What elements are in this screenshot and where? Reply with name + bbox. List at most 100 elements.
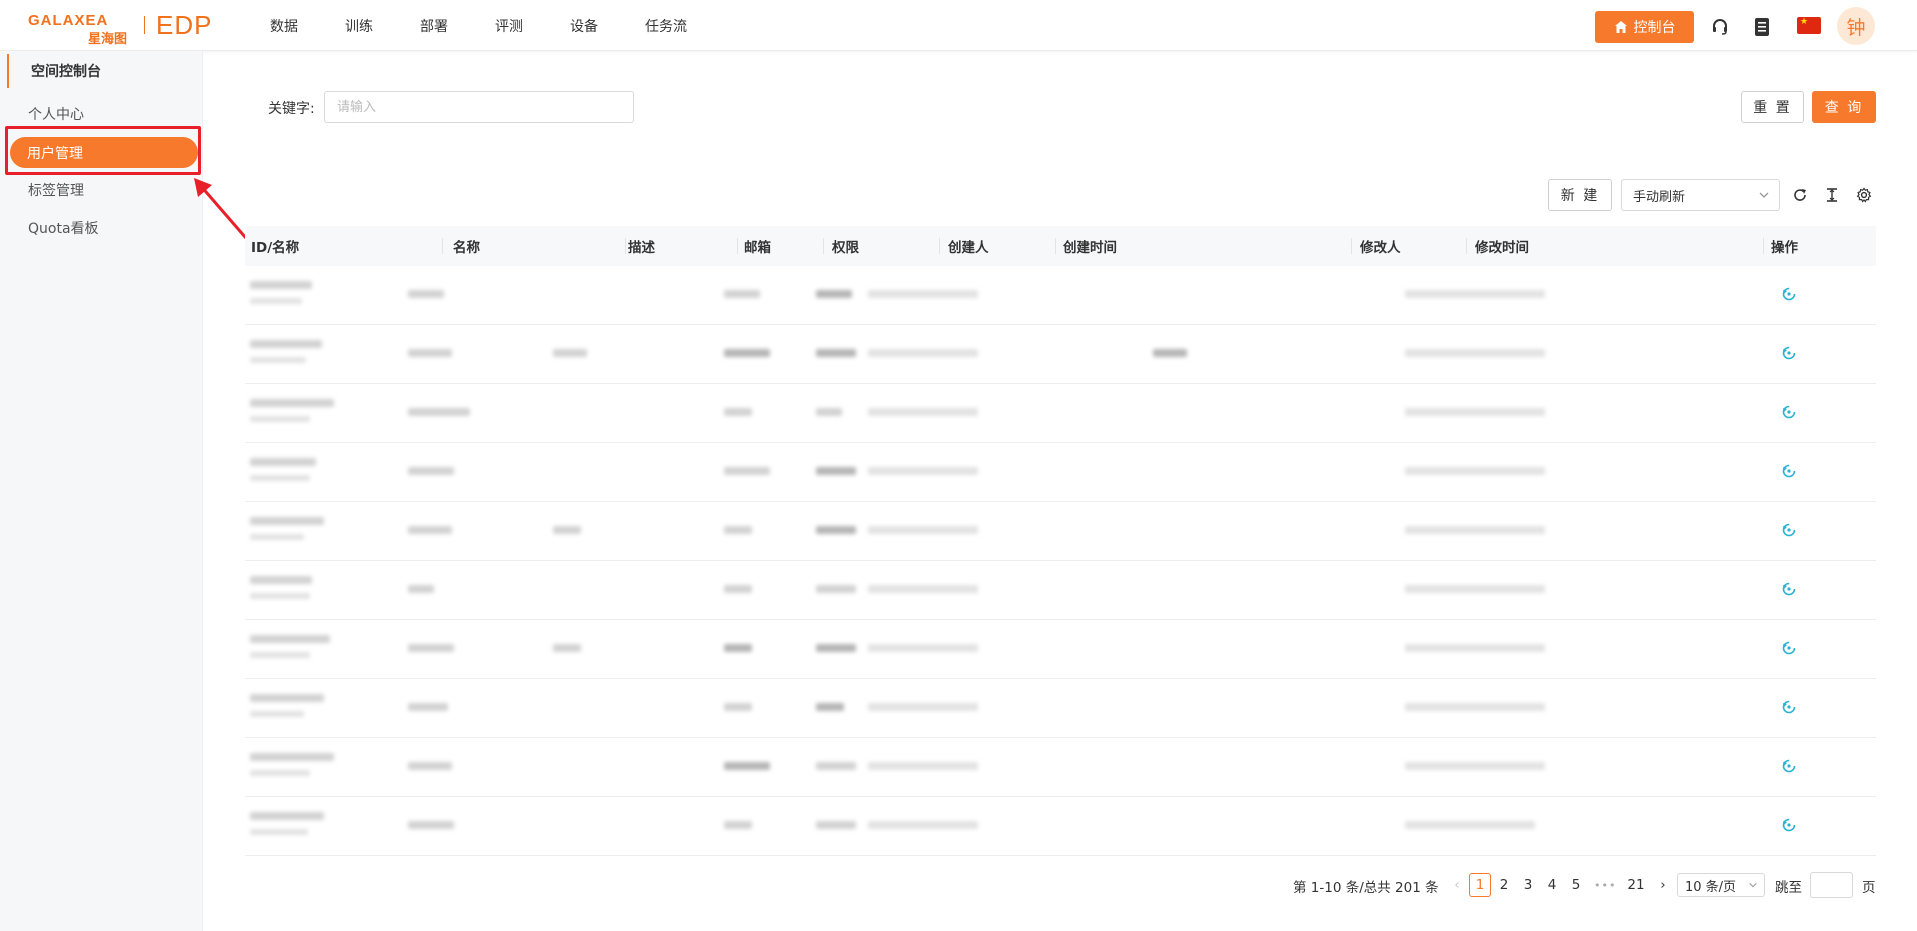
column-height-icon[interactable] [1822, 185, 1842, 205]
page-1-button[interactable]: 1 [1469, 873, 1491, 897]
redacted-cell-value [724, 467, 770, 475]
sidebar-section-title: 空间控制台 [7, 54, 101, 88]
redacted-cell-value [408, 467, 454, 475]
refresh-icon[interactable] [1790, 185, 1810, 205]
redacted-cell-value [724, 762, 770, 770]
reset-password-icon[interactable] [1781, 522, 1797, 538]
column-divider [1055, 238, 1056, 254]
column-header-name: 名称 [453, 240, 480, 256]
users-table: ID/名称 名称 描述 邮箱 权限 创建人 创建时间 修改人 修改时间 操作 [245, 226, 1876, 856]
table-row [245, 325, 1876, 384]
reset-password-icon[interactable] [1781, 817, 1797, 833]
chevron-down-icon [1759, 192, 1769, 198]
document-icon[interactable] [1751, 16, 1773, 38]
redacted-cell-value [250, 458, 316, 466]
headset-icon[interactable] [1709, 16, 1731, 38]
logo-divider [144, 16, 145, 34]
redacted-cell-value [250, 829, 308, 835]
new-button[interactable]: 新 建 [1548, 179, 1612, 211]
redacted-cell-value [408, 408, 470, 416]
sidebar-item-quota-board[interactable]: Quota看板 [28, 218, 99, 238]
reset-password-icon[interactable] [1781, 463, 1797, 479]
column-divider [442, 238, 443, 254]
redacted-cell-value [250, 635, 330, 643]
reset-password-icon[interactable] [1781, 286, 1797, 302]
page-4-button[interactable]: 4 [1541, 873, 1563, 897]
table-row [245, 502, 1876, 561]
settings-gear-icon[interactable] [1854, 185, 1874, 205]
redacted-cell-value [250, 416, 310, 422]
redacted-cell-value [553, 644, 581, 652]
column-header-created-at: 创建时间 [1063, 240, 1117, 256]
redacted-cell-value [1405, 644, 1545, 652]
redacted-cell-value [553, 349, 587, 357]
redacted-cell-value [816, 585, 856, 593]
sidebar-item-profile[interactable]: 个人中心 [28, 104, 84, 124]
reset-password-icon[interactable] [1781, 404, 1797, 420]
top-bar: GALAXEA 星海图 EDP 数据 训练 部署 评测 设备 任务流 控制台 ★… [0, 0, 1917, 51]
redacted-cell-value [816, 467, 856, 475]
china-flag-icon[interactable]: ★ [1797, 17, 1821, 34]
column-divider [1763, 238, 1764, 254]
redacted-cell-value [250, 340, 322, 348]
table-row [245, 443, 1876, 502]
redacted-cell-value [816, 408, 842, 416]
nav-evaluation[interactable]: 评测 [495, 16, 523, 36]
redacted-cell-value [868, 526, 978, 534]
column-divider [1351, 238, 1352, 254]
user-avatar[interactable]: 钟 [1837, 7, 1875, 45]
jump-to-page-input[interactable] [1810, 872, 1853, 898]
redacted-cell-value [816, 290, 852, 298]
table-header: ID/名称 名称 描述 邮箱 权限 创建人 创建时间 修改人 修改时间 操作 [245, 226, 1876, 266]
redacted-cell-value [724, 290, 760, 298]
redacted-cell-value [816, 349, 856, 357]
table-row [245, 561, 1876, 620]
nav-devices[interactable]: 设备 [570, 16, 598, 36]
refresh-mode-select[interactable]: 手动刷新 [1621, 179, 1780, 211]
page-2-button[interactable]: 2 [1493, 873, 1515, 897]
redacted-cell-value [1405, 467, 1545, 475]
nav-deploy[interactable]: 部署 [420, 16, 448, 36]
nav-workflow[interactable]: 任务流 [645, 16, 687, 36]
redacted-cell-value [868, 467, 978, 475]
redacted-cell-value [408, 644, 454, 652]
brand-name-en: GALAXEA [28, 12, 109, 29]
reset-password-icon[interactable] [1781, 581, 1797, 597]
reset-password-icon[interactable] [1781, 345, 1797, 361]
sidebar: 空间控制台 个人中心 用户管理 标签管理 Quota看板 [0, 51, 203, 931]
reset-password-icon[interactable] [1781, 758, 1797, 774]
redacted-cell-value [868, 585, 978, 593]
nav-data[interactable]: 数据 [270, 16, 298, 36]
redacted-cell-value [868, 349, 978, 357]
console-button[interactable]: 控制台 [1595, 11, 1694, 43]
sidebar-item-tag-management[interactable]: 标签管理 [28, 180, 84, 200]
reset-password-icon[interactable] [1781, 699, 1797, 715]
redacted-cell-value [724, 821, 752, 829]
page-3-button[interactable]: 3 [1517, 873, 1539, 897]
prev-page-button[interactable]: ‹ [1446, 873, 1468, 897]
redacted-cell-value [1405, 349, 1545, 357]
page-5-button[interactable]: 5 [1565, 873, 1587, 897]
next-page-button[interactable]: › [1652, 873, 1674, 897]
redacted-cell-value [816, 644, 856, 652]
redacted-cell-value [250, 576, 312, 584]
brand-logo[interactable]: GALAXEA 星海图 EDP [28, 8, 223, 47]
redacted-cell-value [868, 290, 978, 298]
query-button[interactable]: 查 询 [1812, 91, 1876, 123]
nav-training[interactable]: 训练 [345, 16, 373, 36]
redacted-cell-value [408, 349, 452, 357]
page-ellipsis[interactable]: ••• [1594, 873, 1616, 897]
keyword-input[interactable] [324, 91, 634, 123]
reset-password-icon[interactable] [1781, 640, 1797, 656]
page-21-button[interactable]: 21 [1623, 873, 1649, 897]
redacted-cell-value [724, 526, 752, 534]
redacted-cell-value [250, 753, 334, 761]
reset-button[interactable]: 重 置 [1741, 91, 1804, 123]
redacted-cell-value [250, 399, 334, 407]
page-size-select[interactable]: 10 条/页 [1677, 873, 1765, 897]
redacted-cell-value [250, 534, 304, 540]
column-header-creator: 创建人 [948, 240, 989, 256]
column-header-modified-at: 修改时间 [1475, 240, 1529, 256]
redacted-cell-value [868, 762, 978, 770]
redacted-cell-value [250, 517, 324, 525]
